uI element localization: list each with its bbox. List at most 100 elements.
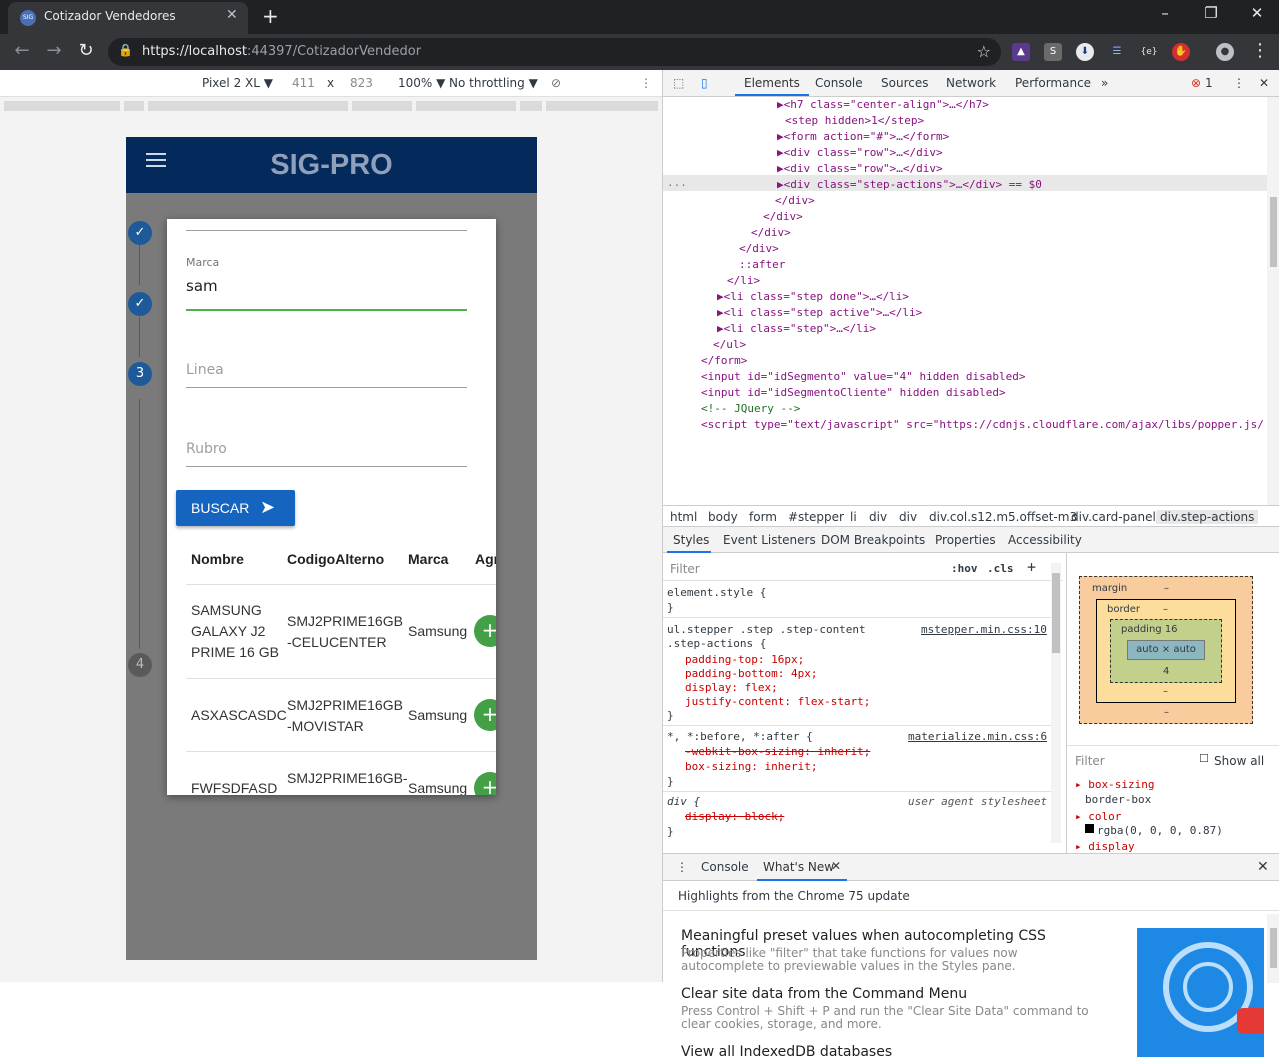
cls-toggle[interactable]: .cls (987, 562, 1014, 575)
header-codigo[interactable]: CodigoAlterno (287, 551, 384, 567)
buscar-button[interactable]: BUSCAR ➤ (176, 490, 295, 526)
subtab-properties[interactable]: Properties (935, 533, 996, 547)
crumb[interactable]: div.col.s12.m5.offset-m3 (929, 510, 1077, 524)
stop-extension-icon[interactable]: ✋ (1172, 43, 1190, 61)
crumb[interactable]: #stepper (788, 510, 844, 524)
dom-line[interactable]: ▶<li class="step done">…</li> (717, 289, 909, 305)
dom-line[interactable]: ▶<li class="step">…</li> (717, 321, 876, 337)
devtools-menu-icon[interactable]: ⋮ (1233, 76, 1245, 90)
dom-line[interactable]: <script type="text/javascript" src="http… (701, 417, 1264, 433)
header-agregar[interactable]: Agr (475, 551, 496, 567)
element-style-rule[interactable]: element.style { (667, 585, 766, 600)
style-property[interactable]: padding-top: 16px; (685, 652, 804, 667)
dom-line[interactable]: ▶<div class="row">…</div> (777, 145, 943, 161)
style-property[interactable]: padding-bottom: 4px; (685, 666, 817, 681)
zoom-select[interactable]: 100% ▼ (398, 76, 445, 90)
drawer-scrollbar[interactable] (1267, 914, 1279, 983)
rule1-selector2[interactable]: .step-actions { (667, 636, 766, 651)
style-property-overridden[interactable]: -webkit-box-sizing: inherit; (685, 744, 870, 759)
extension-s-icon[interactable]: S (1044, 43, 1062, 61)
extension-icon[interactable]: ▲ (1012, 43, 1030, 61)
whats-new-title[interactable]: Clear site data from the Command Menu (681, 986, 1111, 1002)
dom-line[interactable]: </div> (751, 225, 791, 241)
browser-tab[interactable]: SIG Cotizador Vendedores ✕ (8, 2, 248, 34)
browser-menu-icon[interactable]: ⋮ (1248, 40, 1272, 61)
close-drawer-tab-icon[interactable]: ✕ (831, 859, 841, 873)
crumb[interactable]: div (899, 510, 917, 524)
error-icon[interactable]: ⊗ (1191, 76, 1201, 90)
subtab-accessibility[interactable]: Accessibility (1008, 533, 1082, 547)
dom-line[interactable]: </form> (701, 353, 747, 369)
dom-scrollbar[interactable] (1267, 97, 1279, 505)
more-tabs-icon[interactable]: » (1101, 76, 1108, 90)
height-input[interactable]: 823 (350, 76, 373, 90)
dom-line[interactable]: ▶<form action="#">…</form> (777, 129, 949, 145)
dom-line[interactable]: </li> (727, 273, 760, 289)
subtab-dom-breakpoints[interactable]: DOM Breakpoints (821, 533, 925, 547)
close-window-icon[interactable]: ✕ (1242, 4, 1272, 22)
dom-line[interactable]: </ul> (713, 337, 746, 353)
crumb-active[interactable]: div.step-actions (1156, 510, 1259, 524)
subtab-styles[interactable]: Styles (673, 533, 709, 547)
media-query-ruler[interactable] (0, 97, 662, 115)
padding-box[interactable]: padding 16 auto × auto 4 (1110, 619, 1222, 683)
style-property[interactable]: box-sizing: inherit; (685, 759, 817, 774)
drawer-menu-icon[interactable]: ⋮ (676, 860, 688, 874)
crumb[interactable]: html (670, 510, 697, 524)
rule1-source-link[interactable]: mstepper.min.css:10 (921, 622, 1047, 637)
throttle-select[interactable]: No throttling ▼ (449, 76, 538, 90)
tab-performance[interactable]: Performance (1015, 76, 1091, 90)
tab-sources[interactable]: Sources (881, 76, 928, 90)
code-extension-icon[interactable]: {e} (1140, 43, 1158, 61)
add-item-button[interactable]: + (474, 772, 496, 795)
list-extension-icon[interactable]: ☰ (1108, 43, 1126, 61)
profile-avatar-icon[interactable]: ● (1216, 43, 1234, 61)
node-actions-dots[interactable]: ... (667, 175, 687, 191)
error-count[interactable]: 1 (1205, 76, 1213, 90)
dom-line[interactable]: <input id="idSegmento" value="4" hidden … (701, 369, 1026, 385)
close-drawer-icon[interactable]: ✕ (1257, 859, 1269, 875)
rule1-selector[interactable]: ul.stepper .step .step-content (667, 622, 866, 637)
crumb[interactable]: form (749, 510, 777, 524)
color-swatch[interactable] (1085, 824, 1094, 833)
step-done-check-icon[interactable]: ✓ (128, 221, 152, 245)
drawer-tab-console[interactable]: Console (701, 860, 749, 874)
add-rule-icon[interactable]: + (1027, 558, 1036, 576)
rule2-source-link[interactable]: materialize.min.css:6 (908, 729, 1047, 744)
address-bar[interactable]: 🔒 https://localhost:44397/CotizadorVende… (108, 38, 1001, 66)
linea-field[interactable]: Linea (186, 362, 467, 388)
subtab-event-listeners[interactable]: Event Listeners (723, 533, 816, 547)
width-input[interactable]: 411 (292, 76, 315, 90)
hov-toggle[interactable]: :hov (951, 562, 978, 575)
dom-line[interactable]: <input id="idSegmentoCliente" hidden dis… (701, 385, 1006, 401)
header-nombre[interactable]: Nombre (191, 551, 244, 567)
marca-field[interactable]: Marca sam (186, 256, 467, 311)
rule2-selector[interactable]: *, *:before, *:after { (667, 729, 813, 744)
computed-filter-input[interactable]: Filter (1075, 754, 1105, 768)
dom-line[interactable]: <!-- JQuery --> (701, 401, 800, 417)
reload-icon[interactable]: ↻ (74, 40, 98, 61)
rubro-field[interactable]: Rubro (186, 441, 467, 467)
rotate-icon[interactable]: ⊘ (551, 76, 561, 90)
back-icon[interactable]: ← (10, 40, 34, 61)
dom-line[interactable]: ▶<div class="step-actions">…</div> == $0 (777, 177, 1042, 193)
dom-tree[interactable]: ... ▶<h7 class="center-align">…</h7> <st… (663, 97, 1267, 505)
crumb[interactable]: div.card-panel (1071, 510, 1156, 524)
dom-line[interactable]: ▶<li class="step active">…</li> (717, 305, 922, 321)
step-4[interactable]: 4 (128, 653, 152, 677)
step-done-check-icon[interactable]: ✓ (128, 292, 152, 316)
rule3-selector[interactable]: div { (667, 794, 700, 809)
device-select[interactable]: Pixel 2 XL ▼ (202, 76, 273, 90)
rubro-input[interactable]: Rubro (186, 441, 467, 457)
dom-line[interactable]: </div> (775, 193, 815, 209)
computed-prop[interactable]: ▸ color (1075, 810, 1121, 823)
computed-prop[interactable]: ▸ display (1075, 840, 1135, 853)
whats-new-title[interactable]: View all IndexedDB databases (681, 1044, 1111, 1060)
restore-icon[interactable]: ❐ (1196, 4, 1226, 22)
style-property[interactable]: justify-content: flex-start; (685, 694, 870, 709)
crumb[interactable]: body (708, 510, 738, 524)
dom-line[interactable]: </div> (739, 241, 779, 257)
linea-input[interactable]: Linea (186, 362, 467, 378)
minimize-icon[interactable]: – (1150, 4, 1180, 22)
tab-network[interactable]: Network (946, 76, 996, 90)
